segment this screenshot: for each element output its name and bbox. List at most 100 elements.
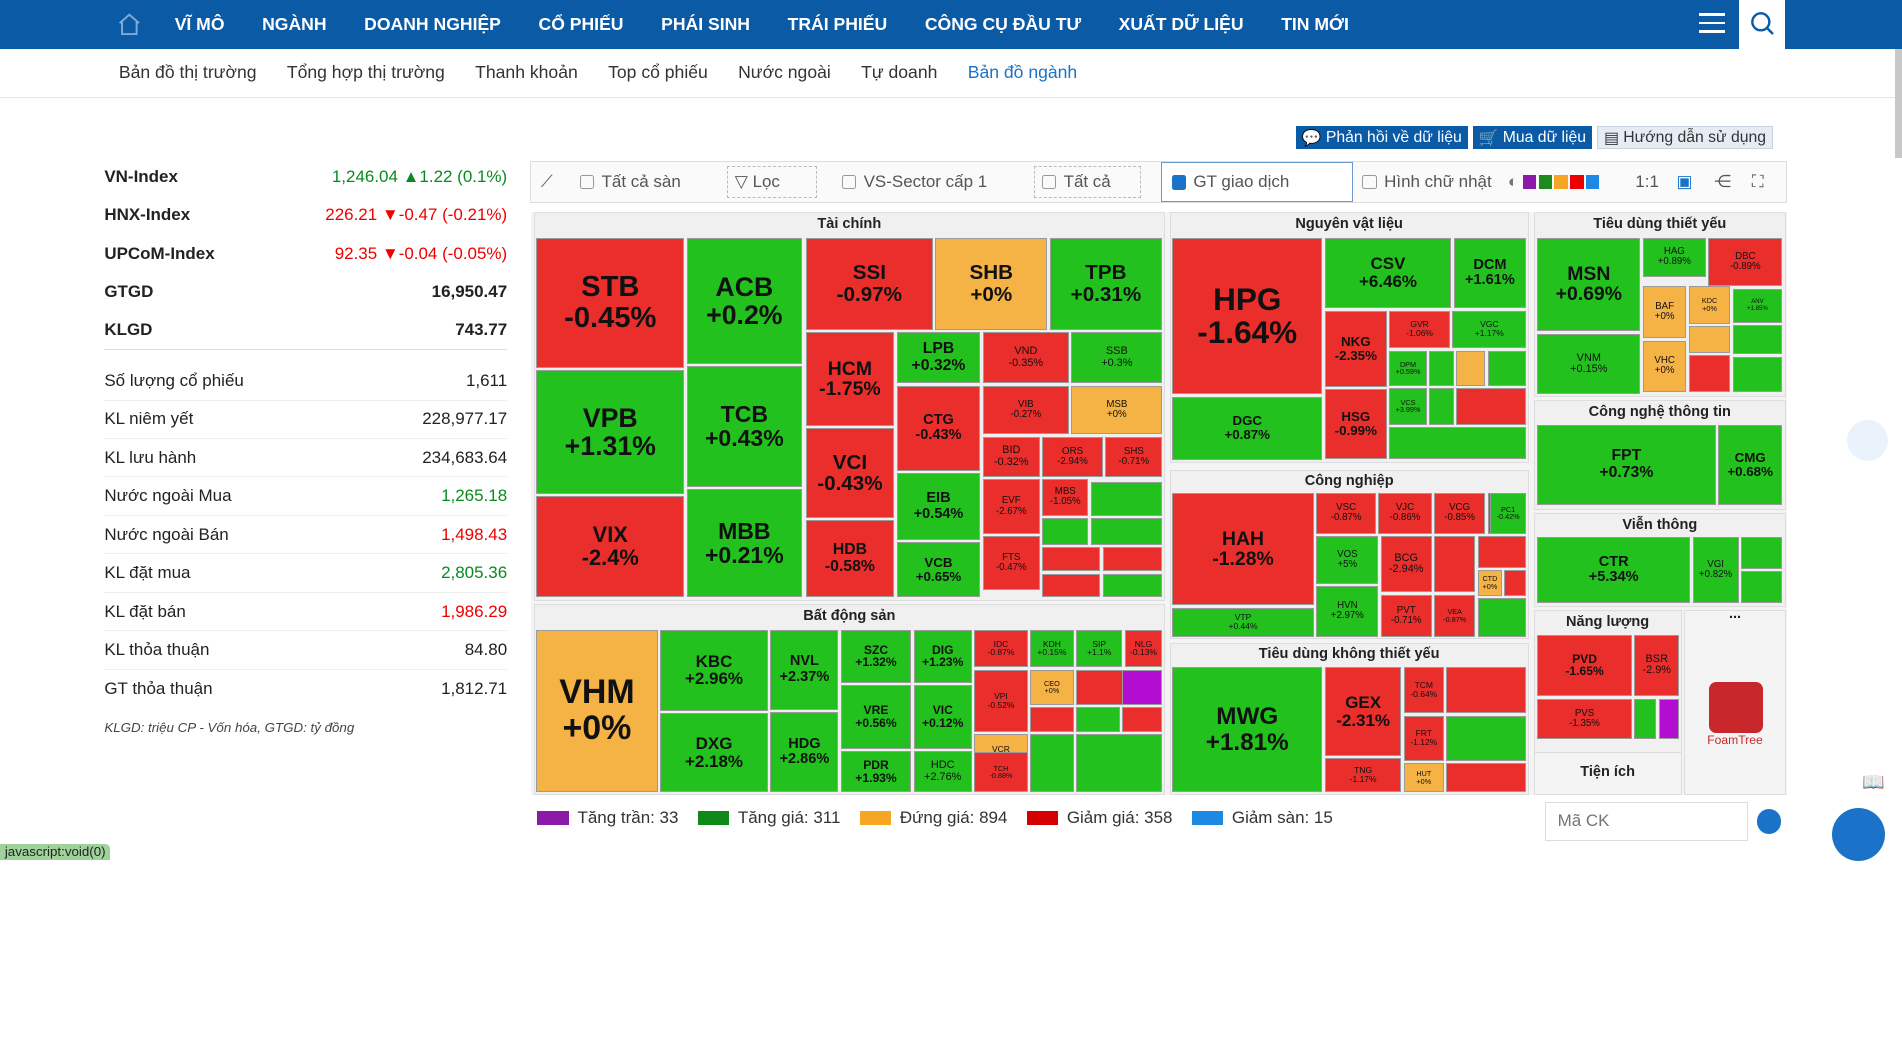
treemap-cell-small[interactable] (1741, 571, 1783, 603)
treemap-cell-eib[interactable]: EIB +0.54% (896, 473, 981, 540)
scrollbar[interactable] (1895, 48, 1902, 158)
treemap-cell-small[interactable] (1102, 573, 1163, 597)
treemap-cell-tpb[interactable]: TPB +0.31% (1049, 237, 1163, 330)
treemap-cell-hpg[interactable]: HPG -1.64% (1172, 237, 1323, 395)
treemap-cell-vre[interactable]: VRE +0.56% (840, 685, 912, 749)
subnav-ban-do-thi-truong[interactable]: Bản đồ thị trường (119, 62, 257, 83)
treemap-cell-acb[interactable]: ACB +0.2% (686, 237, 802, 364)
treemap-cell-small[interactable] (1102, 547, 1163, 572)
nav-phai-sinh[interactable]: PHÁI SINH (661, 14, 750, 35)
treemap-cell-small[interactable] (1090, 518, 1163, 545)
collapse-icon[interactable]: ⟋ (541, 166, 553, 198)
treemap-cell-ssi[interactable]: SSI -0.97% (805, 237, 934, 330)
nav-tin-moi[interactable]: TIN MỚI (1281, 14, 1349, 35)
treemap-cell-evf[interactable]: EVF -2.67% (982, 479, 1040, 534)
treemap-cell-vgc[interactable]: VGC +1.17% (1452, 310, 1527, 349)
treemap-cell-hvn[interactable]: HVN +2.97% (1316, 586, 1379, 637)
treemap-cell-vhm[interactable]: VHM +0% (536, 629, 658, 793)
treemap-cell-small[interactable] (1688, 355, 1731, 392)
treemap-cell-pvs[interactable]: PVS -1.35% (1537, 698, 1632, 739)
exchange-select[interactable]: Tất cả sàn (579, 166, 681, 198)
treemap-cell-sip[interactable]: SIP +1.1% (1076, 629, 1123, 668)
treemap-cell-shb[interactable]: SHB +0% (935, 237, 1048, 330)
treemap-cell-gvr[interactable]: GVR -1.06% (1389, 310, 1450, 349)
treemap-cell-small[interactable] (1076, 734, 1163, 793)
treemap-cell-bid[interactable]: BID -0.32% (982, 436, 1040, 477)
treemap-cell-vcg[interactable]: VCG -0.85% (1434, 492, 1486, 534)
treemap-cell-tng[interactable]: TNG -1.17% (1324, 758, 1402, 793)
treemap-cell-pvd[interactable]: PVD -1.65% (1537, 634, 1632, 697)
treemap-cell-fts[interactable]: FTS -0.47% (982, 536, 1040, 590)
shape-select[interactable]: Hình chữ nhật (1362, 166, 1492, 198)
treemap-cell-nkg[interactable]: NKG -2.35% (1324, 310, 1387, 388)
treemap-cell-lpb[interactable]: LPB +0.32% (896, 332, 981, 384)
treemap-cell-vcb[interactable]: VCB +0.65% (896, 542, 981, 597)
treemap-cell-stb[interactable]: STB -0.45% (536, 237, 685, 368)
treemap-cell-shs[interactable]: SHS -0.71% (1105, 436, 1163, 477)
treemap-cell-mwg[interactable]: MWG +1.81% (1172, 667, 1323, 793)
treemap-cell-dpm[interactable]: DPM +0.59% (1389, 350, 1427, 386)
treemap-cell-small[interactable] (1446, 667, 1527, 714)
stock-code-input[interactable] (1544, 801, 1749, 841)
scope-select[interactable]: Tất cả (1033, 166, 1141, 198)
subnav-nuoc-ngoai[interactable]: Nước ngoài (738, 62, 831, 83)
treemap-cell-small[interactable] (1434, 536, 1476, 593)
treemap-cell-small[interactable] (1122, 669, 1163, 705)
treemap-cell-nvl[interactable]: NVL +2.37% (770, 629, 839, 710)
treemap-cell-dxg[interactable]: DXG +2.18% (660, 713, 768, 793)
treemap-cell-vix[interactable]: VIX -2.4% (536, 496, 685, 597)
save-icon[interactable]: ▣ (1677, 166, 1693, 198)
treemap-cell-hdb[interactable]: HDB -0.58% (805, 520, 895, 597)
treemap-cell-small[interactable] (1732, 325, 1783, 355)
ratio-button[interactable]: 1:1 (1635, 166, 1659, 198)
chat-icon[interactable] (1832, 808, 1886, 862)
treemap-cell-small[interactable] (1042, 547, 1101, 572)
treemap-cell-tch[interactable]: TCH -0.88% (974, 752, 1028, 793)
subnav-thanh-khoan[interactable]: Thanh khoản (475, 62, 578, 83)
treemap-cell-tcb[interactable]: TCB +0.43% (686, 366, 802, 487)
treemap-cell-small[interactable] (1634, 698, 1657, 739)
buy-data-button[interactable]: 🛒 Mua dữ liệu (1472, 126, 1593, 150)
metric-select[interactable]: GT giao dịch (1160, 162, 1353, 203)
treemap-cell-pdr[interactable]: PDR +1.93% (840, 751, 912, 793)
treemap-cell-vgi[interactable]: VGI +0.82% (1692, 537, 1739, 603)
treemap-cell-hcm[interactable]: HCM -1.75% (805, 332, 895, 426)
menu-icon[interactable] (1698, 13, 1726, 35)
nav-cong-cu-dau-tu[interactable]: CÔNG CỤ ĐẦU TƯ (925, 14, 1081, 35)
assistant-icon[interactable] (1846, 419, 1888, 462)
nav-nganh[interactable]: NGÀNH (262, 14, 326, 35)
treemap-cell-idc[interactable]: IDC -0.87% (974, 629, 1028, 668)
fullscreen-icon[interactable]: ⛶ (1752, 166, 1764, 198)
treemap-cell-anv[interactable]: ANV +1.85% (1732, 288, 1783, 323)
nav-doanh-nghiep[interactable]: DOANH NGHIỆP (364, 14, 501, 35)
nav-trai-phieu[interactable]: TRÁI PHIẾU (788, 14, 888, 35)
treemap-cell-small[interactable] (1122, 707, 1163, 732)
treemap-cell-small[interactable] (1477, 536, 1527, 568)
treemap-cell-dbc[interactable]: DBC -0.89% (1708, 237, 1783, 287)
treemap-cell-bcg[interactable]: BCG -2.94% (1380, 536, 1432, 593)
treemap-cell-nlg[interactable]: NLG -0.13% (1124, 629, 1163, 668)
treemap-cell-vsc[interactable]: VSC -0.87% (1316, 492, 1376, 534)
language-icon[interactable] (1756, 809, 1782, 834)
treemap-cell-kdc[interactable]: KDC +0% (1688, 286, 1731, 324)
treemap-cell-pc1[interactable]: PC1 -0.42% (1489, 492, 1527, 534)
treemap-cell-vci[interactable]: VCI -0.43% (805, 428, 895, 519)
feedback-button[interactable]: 💬 Phản hồi về dữ liệu (1295, 126, 1468, 150)
treemap-cell-vos[interactable]: VOS +5% (1316, 536, 1379, 584)
treemap-cell-vic[interactable]: VIC +0.12% (913, 685, 972, 749)
treemap-cell-small[interactable] (1090, 481, 1163, 516)
subnav-tu-doanh[interactable]: Tự doanh (861, 62, 937, 83)
treemap-cell-hdg[interactable]: HDG +2.86% (770, 712, 839, 793)
treemap-cell-small[interactable] (1429, 350, 1454, 386)
treemap-cell-hag[interactable]: HAG +0.89% (1642, 237, 1706, 277)
treemap-cell-vnm[interactable]: VNM +0.15% (1537, 333, 1641, 395)
treemap-cell-msb[interactable]: MSB +0% (1071, 385, 1163, 435)
treemap-cell-ctr[interactable]: CTR +5.34% (1537, 537, 1691, 603)
treemap-cell-bsr[interactable]: BSR -2.9% (1634, 634, 1680, 697)
treemap-cell-baf[interactable]: BAF +0% (1642, 286, 1687, 339)
subnav-ban-do-nganh[interactable]: Bản đồ ngành (968, 62, 1077, 83)
treemap-cell-small[interactable] (1429, 388, 1454, 425)
treemap-cell-small[interactable] (1688, 326, 1731, 354)
treemap-cell-vpb[interactable]: VPB +1.31% (536, 370, 685, 494)
treemap-cell-mbb[interactable]: MBB +0.21% (686, 488, 802, 597)
